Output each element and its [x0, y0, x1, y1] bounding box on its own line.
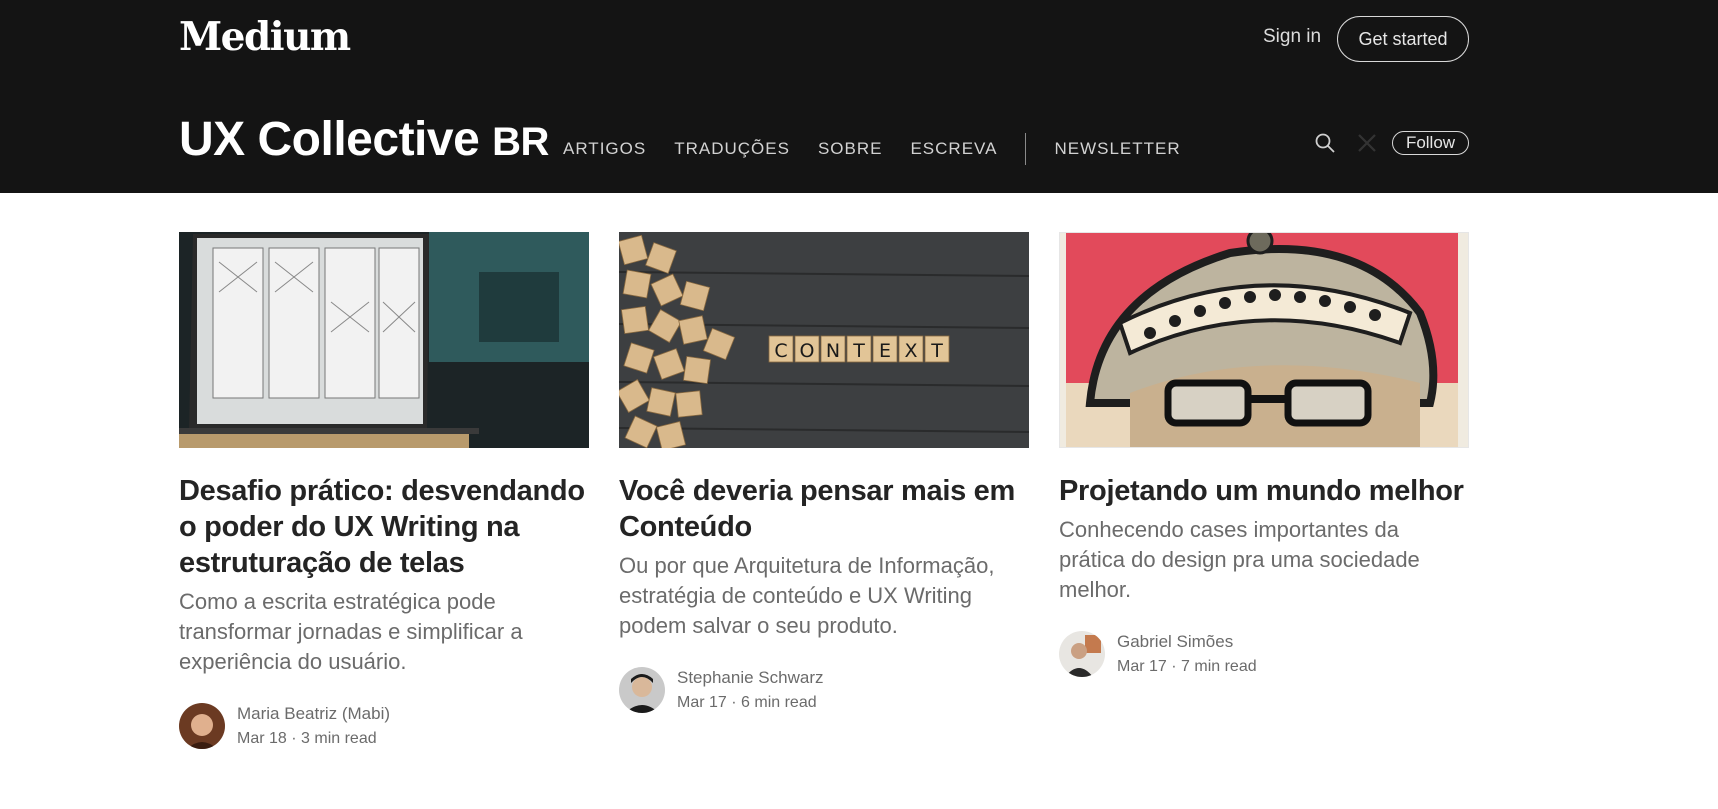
avatar[interactable]: [619, 667, 665, 713]
article-subtitle[interactable]: Ou por que Arquitetura de Informação, es…: [619, 551, 1029, 641]
avatar[interactable]: [1059, 631, 1105, 677]
article-thumbnail[interactable]: [1059, 232, 1469, 448]
article-date: Mar 18: [237, 730, 287, 747]
tile-letter: O: [800, 340, 815, 362]
tile-letter: C: [774, 340, 787, 362]
meta-separator: ·: [291, 730, 302, 747]
nav-item-traducoes[interactable]: TRADUÇÕES: [674, 139, 790, 159]
publication-name: UX Collective: [179, 113, 480, 166]
article-meta: Mar 17 · 6 min read: [677, 694, 823, 712]
article-card[interactable]: C O N T E X T Você deveria pensar mais e…: [619, 232, 1029, 713]
article-card[interactable]: Projetando um mundo melhor Conhecendo ca…: [1059, 232, 1469, 677]
article-meta: Mar 17 · 7 min read: [1117, 658, 1257, 676]
article-subtitle[interactable]: Conhecendo cases importantes da prática …: [1059, 515, 1469, 605]
author-name[interactable]: Stephanie Schwarz: [677, 668, 823, 688]
article-meta: Mar 18 · 3 min read: [237, 730, 390, 748]
article-thumbnail[interactable]: [179, 232, 589, 448]
article-title[interactable]: Projetando um mundo melhor: [1059, 473, 1469, 509]
publication-nav: ARTIGOS TRADUÇÕES SOBRE ESCREVA NEWSLETT…: [563, 133, 1209, 165]
article-date: Mar 17: [1117, 658, 1167, 675]
read-time: 3 min read: [301, 730, 377, 747]
laptop-wireframe-image: [179, 232, 589, 448]
article-title[interactable]: Você deveria pensar mais em Conteúdo: [619, 473, 1029, 545]
author-name[interactable]: Gabriel Simões: [1117, 632, 1257, 652]
author-name[interactable]: Maria Beatriz (Mabi): [237, 704, 390, 724]
nav-item-newsletter[interactable]: NEWSLETTER: [1054, 139, 1180, 159]
tile-letter: N: [826, 340, 840, 362]
article-author: Gabriel Simões Mar 17 · 7 min read: [1059, 631, 1469, 677]
publication-suffix: BR: [492, 120, 549, 164]
sign-in-link[interactable]: Sign in: [1263, 26, 1321, 48]
tile-letter: E: [879, 340, 891, 362]
read-time: 7 min read: [1181, 658, 1257, 675]
search-icon[interactable]: [1314, 132, 1336, 154]
nav-divider: [1025, 133, 1027, 165]
article-author: Maria Beatriz (Mabi) Mar 18 · 3 min read: [179, 703, 589, 749]
article-date: Mar 17: [677, 694, 727, 711]
context-scrabble-image: C O N T E X T: [619, 232, 1029, 448]
hat-illustration-image: [1060, 233, 1468, 447]
article-subtitle[interactable]: Como a escrita estratégica pode transfor…: [179, 587, 589, 677]
site-header: Medium Sign in Get started UX Collective…: [0, 0, 1718, 193]
article-title[interactable]: Desafio prático: desvendando o poder do …: [179, 473, 589, 581]
article-author: Stephanie Schwarz Mar 17 · 6 min read: [619, 667, 1029, 713]
nav-item-escreva[interactable]: ESCREVA: [910, 139, 997, 159]
avatar[interactable]: [179, 703, 225, 749]
meta-separator: ·: [1171, 658, 1182, 675]
medium-logo[interactable]: Medium: [179, 14, 351, 60]
x-icon[interactable]: [1356, 132, 1378, 154]
nav-item-artigos[interactable]: ARTIGOS: [563, 139, 646, 159]
tile-letter: T: [852, 340, 865, 362]
meta-separator: ·: [731, 694, 742, 711]
tile-letter: X: [904, 340, 917, 362]
publication-title[interactable]: UX Collective BR: [179, 112, 549, 167]
article-card[interactable]: Desafio prático: desvendando o poder do …: [179, 232, 589, 749]
nav-item-sobre[interactable]: SOBRE: [818, 139, 883, 159]
article-thumbnail[interactable]: C O N T E X T: [619, 232, 1029, 448]
read-time: 6 min read: [741, 694, 817, 711]
tile-letter: T: [930, 340, 943, 362]
get-started-button[interactable]: Get started: [1337, 16, 1469, 62]
follow-button[interactable]: Follow: [1392, 131, 1469, 155]
